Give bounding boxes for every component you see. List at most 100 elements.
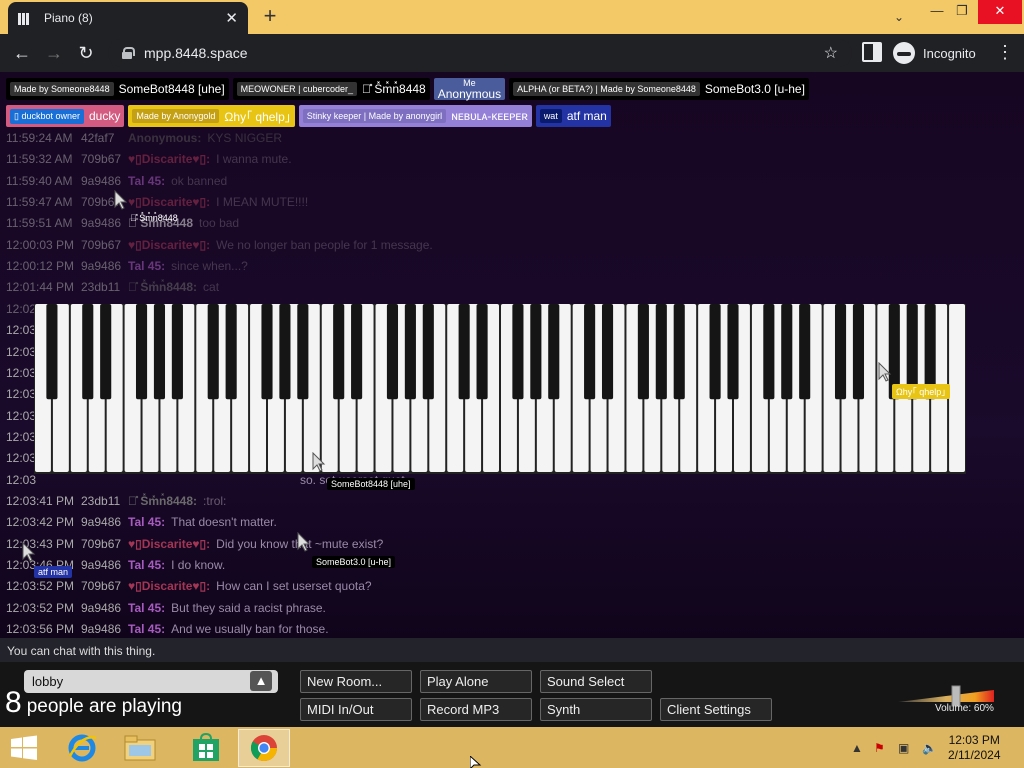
chat-input[interactable]: You can chat with this thing. (0, 638, 1024, 662)
tab-close-icon[interactable]: ✕ (225, 9, 238, 27)
forward-arrow-icon[interactable]: → (42, 41, 66, 65)
tray-overflow-icon[interactable]: ▲ (851, 741, 863, 755)
user-entry[interactable]: Made by Someone8448 SomeBot8448 [uhe] (6, 78, 229, 100)
black-key[interactable] (655, 304, 667, 400)
black-key[interactable] (207, 304, 219, 400)
user-cursor-label: SomeBot8448 [uhe] (327, 478, 415, 490)
incognito-indicator[interactable]: Incognito (893, 42, 976, 64)
black-key[interactable] (386, 304, 399, 400)
black-key[interactable] (351, 304, 363, 400)
white-key[interactable] (949, 304, 965, 472)
user-cursor-label: SomeBot3.0 [u-he] (312, 556, 396, 568)
user-entry[interactable]: MEOWONER | cubercoder_ ఎ̽ S̽m̽n̽8448 (232, 78, 430, 100)
chat-user-id: 9a9486 (81, 558, 122, 572)
black-key[interactable] (46, 304, 58, 400)
chat-user-id: 42faf7 (81, 131, 115, 145)
restore-icon[interactable]: ❐ (945, 0, 979, 24)
black-key[interactable] (297, 304, 309, 400)
black-key[interactable] (82, 304, 94, 400)
black-key[interactable] (763, 304, 775, 400)
back-arrow-icon[interactable]: ← (10, 41, 34, 65)
black-key[interactable] (512, 304, 524, 400)
chat-time: 12:00:03 PM (6, 237, 75, 252)
synth-button[interactable]: Synth (540, 698, 652, 721)
user-name: ɴᴇʙᴜʟᴀ-ᴋᴇᴇᴘᴇʀ (451, 109, 528, 123)
chrome-icon[interactable] (238, 729, 290, 767)
new-tab-button[interactable]: + (258, 5, 282, 29)
action-center-flag-icon[interactable]: ⚑ (874, 741, 885, 755)
browser-tab[interactable]: Piano (8) ✕ (8, 2, 248, 34)
room-dropdown-arrow-icon[interactable]: ▲ (250, 671, 272, 691)
chat-time: 11:59:24 AM (6, 131, 73, 145)
black-key[interactable] (171, 304, 183, 400)
black-key[interactable] (458, 304, 470, 400)
chat-message: 11:59:47 AM 709b67 ♥▯Discarite♥▯: I MEAN MU… (6, 192, 308, 212)
black-key[interactable] (225, 304, 237, 400)
user-entry[interactable]: ▯ duckbot owner ducky (6, 105, 125, 127)
chat-time: 11:59:51 AM (6, 216, 73, 231)
windows-start-icon[interactable] (8, 733, 40, 763)
black-key[interactable] (530, 304, 542, 400)
chat-time: 12:03 (6, 472, 37, 487)
chat-message: 12:03:41 PM 23db11 ఎ̽ S̽m̽n̽8448::trol: (6, 491, 226, 511)
reload-icon[interactable]: ↻ (74, 41, 98, 65)
black-key[interactable] (422, 304, 434, 400)
black-key[interactable] (135, 304, 148, 400)
piano-keyboard[interactable] (34, 304, 966, 474)
black-key[interactable] (548, 304, 560, 400)
new-room-button[interactable]: New Room... (300, 670, 412, 693)
black-key[interactable] (852, 304, 865, 400)
chat-message: 12:03:52 PM 709b67 ♥▯Discarite♥▯: How can I… (6, 576, 372, 596)
black-key[interactable] (100, 304, 112, 400)
black-key[interactable] (476, 304, 488, 400)
store-icon[interactable] (180, 729, 232, 767)
system-clock[interactable]: 12:03 PM 2/11/2024 (948, 733, 1001, 763)
black-key[interactable] (404, 304, 416, 400)
black-key[interactable] (709, 304, 721, 400)
speaker-muted-icon[interactable]: 🔈 (922, 741, 937, 755)
user-entry[interactable]: wat atf man (535, 105, 611, 127)
user-entry[interactable]: Made by Anonygold Ωhy｢ qhelp｣ (128, 105, 295, 127)
black-key[interactable] (781, 304, 793, 400)
user-entry[interactable]: ALPHA (or BETA?) | Made by Someone8448 So… (509, 78, 809, 100)
file-explorer-icon[interactable] (114, 729, 166, 767)
browser-menu-icon[interactable]: ⋮ (996, 41, 1014, 65)
black-key[interactable] (279, 304, 291, 400)
user-entry[interactable]: Me Anonymous (433, 78, 506, 100)
chat-user-name: Tal 45: (128, 600, 166, 615)
midi-button[interactable]: MIDI In/Out (300, 698, 412, 721)
black-key[interactable] (727, 304, 739, 400)
user-name: atf man (566, 109, 607, 123)
url-text: mpp.8448.space (144, 45, 248, 61)
black-key[interactable] (799, 304, 811, 400)
record-mp3-button[interactable]: Record MP3 (420, 698, 532, 721)
window-close-icon[interactable]: ✕ (978, 0, 1022, 24)
network-icon[interactable]: ▣ (898, 741, 909, 755)
user-list-row: ▯ duckbot owner ducky Made by Anonygold Ωhy… (6, 105, 611, 127)
chat-user-name: ♥▯Discarite♥▯: (128, 237, 211, 252)
user-tag: ALPHA (or BETA?) | Made by Someone8448 (513, 82, 700, 96)
address-bar[interactable]: mpp.8448.space ☆ (108, 39, 852, 67)
internet-explorer-icon[interactable] (56, 729, 108, 767)
user-entry[interactable]: Stinky keeper | Made by anonygirl ɴᴇʙᴜʟᴀ-… (298, 105, 532, 127)
black-key[interactable] (637, 304, 649, 400)
chat-text: I MEAN MUTE!!!! (216, 195, 309, 210)
user-tag: wat (539, 109, 562, 123)
client-settings-button[interactable]: Client Settings (660, 698, 772, 721)
sound-select-button[interactable]: Sound Select (540, 670, 652, 693)
black-key[interactable] (673, 304, 685, 400)
black-key[interactable] (333, 304, 345, 400)
bookmark-star-icon[interactable]: ☆ (824, 43, 838, 63)
black-key[interactable] (153, 304, 166, 400)
chat-user-id: 709b67 (81, 152, 122, 167)
black-key[interactable] (834, 304, 847, 400)
side-panel-icon[interactable] (862, 42, 882, 62)
tab-search-chevron-icon[interactable]: ⌄ (888, 6, 910, 28)
clock-time: 12:03 PM (948, 733, 1000, 747)
black-key[interactable] (584, 304, 596, 400)
chat-time: 11:59:32 AM (6, 152, 73, 167)
chat-user-id: 709b67 (81, 237, 122, 252)
black-key[interactable] (601, 304, 614, 400)
black-key[interactable] (261, 304, 273, 400)
play-alone-button[interactable]: Play Alone (420, 670, 532, 693)
